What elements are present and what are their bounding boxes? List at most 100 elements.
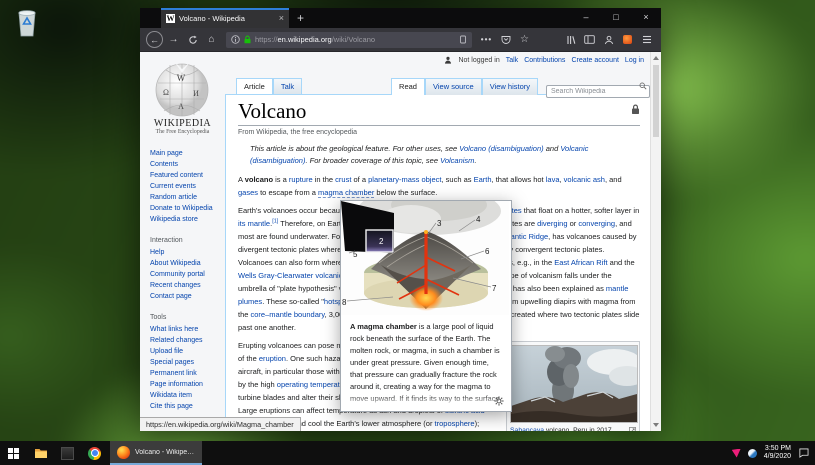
site-info-icon[interactable] [231, 35, 240, 44]
page-actions-menu-icon[interactable]: ••• [478, 31, 495, 48]
browser-tab-volcano[interactable]: W Volcano - Wikipedia × [161, 8, 289, 28]
wiki-link[interactable]: East African Rift [554, 258, 607, 267]
expand-thumbnail-icon[interactable] [629, 427, 636, 431]
tray-blue-app-icon[interactable] [748, 449, 757, 458]
extension-icon[interactable] [619, 31, 636, 48]
text-segment: in the [313, 175, 336, 184]
wiki-link[interactable]: Volcano (disambiguation) [459, 144, 543, 153]
diagram-label-5: 5 [353, 250, 358, 259]
wiki-link[interactable]: planetary-mass object [368, 175, 441, 184]
back-button[interactable]: ← [146, 31, 163, 48]
tab-title: Volcano - Wikipedia [179, 14, 275, 23]
tray-pink-app-icon[interactable] [732, 449, 741, 458]
sidebar-link[interactable]: What links here [150, 324, 222, 335]
home-button[interactable]: ⌂ [203, 31, 220, 48]
sidebar-link[interactable]: Special pages [150, 357, 222, 368]
bookmark-star-icon[interactable]: ☆ [516, 31, 533, 48]
personal-talk-link[interactable]: Talk [506, 57, 518, 64]
tab-article[interactable]: Article [236, 78, 273, 94]
text-segment: below the surface. [374, 188, 437, 197]
text-segment: that float on a hotter, softer layer in [522, 206, 640, 215]
diagram-label-6: 6 [485, 247, 490, 256]
sidebar-link[interactable]: About Wikipedia [150, 258, 222, 269]
page-preview-popup[interactable]: 2 3 4 5 6 7 8 A magma chamber is a large… [340, 200, 512, 412]
maximize-button[interactable]: □ [601, 8, 631, 28]
tab-view-source[interactable]: View source [425, 78, 482, 95]
chrome-button[interactable] [81, 441, 108, 465]
wiki-link[interactable]: volcanic ash [564, 175, 605, 184]
thumbnail-caption: Sabancaya volcano, Peru in 2017 [510, 426, 636, 431]
wiki-link[interactable]: Earth [474, 175, 492, 184]
wiki-link[interactable]: core–mantle boundary [251, 310, 325, 319]
sidebar-link[interactable]: Page information [150, 379, 222, 390]
wiki-link[interactable]: converging [578, 219, 615, 228]
sidebar-link[interactable]: Random article [150, 192, 222, 203]
sidebar-link[interactable]: Community portal [150, 269, 222, 280]
sidebar-link[interactable]: Upload file [150, 346, 222, 357]
url-text: https://en.wikipedia.org/wiki/Volcano [255, 35, 456, 44]
file-explorer-button[interactable] [27, 441, 54, 465]
personal-contributions-link[interactable]: Contributions [524, 57, 565, 64]
sidebar-link[interactable]: Contact page [150, 291, 222, 302]
wiki-link[interactable]: troposphere [435, 419, 475, 428]
pocket-icon[interactable] [497, 31, 514, 48]
wiki-link[interactable]: rupture [289, 175, 313, 184]
close-button[interactable]: × [631, 8, 661, 28]
firefox-taskbar-button[interactable]: Volcano - Wikipedi... [110, 441, 202, 465]
tab-read[interactable]: Read [391, 78, 425, 95]
menu-hamburger-icon[interactable] [638, 31, 655, 48]
wikipedia-globe-logo[interactable]: W Ω И А [152, 59, 212, 119]
taskbar-clock[interactable]: 3:50 PM 4/9/2020 [764, 445, 791, 462]
sidebar-link[interactable]: Cite this page [150, 401, 222, 412]
recycle-bin-icon[interactable] [14, 5, 40, 39]
search-icon[interactable] [639, 82, 647, 90]
reload-button[interactable] [184, 31, 201, 48]
url-bar[interactable]: https://en.wikipedia.org/wiki/Volcano [226, 32, 472, 48]
account-icon[interactable] [600, 31, 617, 48]
page-scrollbar[interactable] [650, 52, 661, 431]
tab-view-history[interactable]: View history [482, 78, 538, 95]
library-icon[interactable] [562, 31, 579, 48]
link-status-tooltip: https://en.wikipedia.org/wiki/Magma_cham… [140, 417, 301, 431]
wiki-link[interactable]: diverging [537, 219, 567, 228]
thumbnail-box[interactable]: Sabancaya volcano, Peru in 2017 [506, 341, 640, 431]
personal-log-in-link[interactable]: Log in [625, 57, 644, 64]
wiki-link[interactable]: Sabancaya [510, 427, 544, 431]
action-center-icon[interactable] [798, 448, 809, 458]
page-action-icon[interactable] [459, 35, 467, 44]
wiki-link[interactable]: eruption [259, 354, 286, 363]
sidebar-link[interactable]: Recent changes [150, 280, 222, 291]
new-tab-button[interactable]: + [289, 8, 312, 28]
sidebar-link[interactable]: Permanent link [150, 368, 222, 379]
wiki-link[interactable]: crust [335, 175, 351, 184]
search-input[interactable] [546, 85, 650, 98]
forward-button[interactable]: → [165, 31, 182, 48]
sidebar-link[interactable]: Help [150, 247, 222, 258]
scroll-thumb[interactable] [653, 65, 659, 137]
start-button[interactable] [0, 441, 27, 465]
wiki-link[interactable]: lava [546, 175, 560, 184]
sidebar-link[interactable]: Featured content [150, 170, 222, 181]
wiki-link[interactable]: magma chamber [318, 188, 374, 198]
sidebar-link[interactable]: Related changes [150, 335, 222, 346]
sidebar-link[interactable]: Current events [150, 181, 222, 192]
sidebar-link[interactable]: Wikidata item [150, 390, 222, 401]
tab-talk[interactable]: Talk [273, 78, 302, 94]
wiki-link[interactable]: its mantle [238, 219, 270, 228]
dark-app-button[interactable] [54, 441, 81, 465]
sidebar-interaction-links: HelpAbout WikipediaCommunity portalRecen… [150, 247, 222, 302]
scroll-down-arrow[interactable] [653, 423, 659, 427]
wiki-link[interactable]: gases [238, 188, 258, 197]
sidebar-link[interactable]: Donate to Wikipedia [150, 203, 222, 214]
sidebar-link[interactable]: Contents [150, 159, 222, 170]
https-lock-icon[interactable] [243, 35, 252, 44]
tab-close-icon[interactable]: × [279, 14, 284, 23]
preview-settings-gear-icon[interactable] [494, 396, 504, 406]
minimize-button[interactable]: – [571, 8, 601, 28]
personal-create-account-link[interactable]: Create account [571, 57, 618, 64]
sidebar-link[interactable]: Wikipedia store [150, 214, 222, 225]
sidebar-link[interactable]: Main page [150, 148, 222, 159]
wiki-link[interactable]: Volcanism [440, 156, 474, 165]
sidebar-toggle-icon[interactable] [581, 31, 598, 48]
scroll-up-arrow[interactable] [653, 56, 659, 60]
